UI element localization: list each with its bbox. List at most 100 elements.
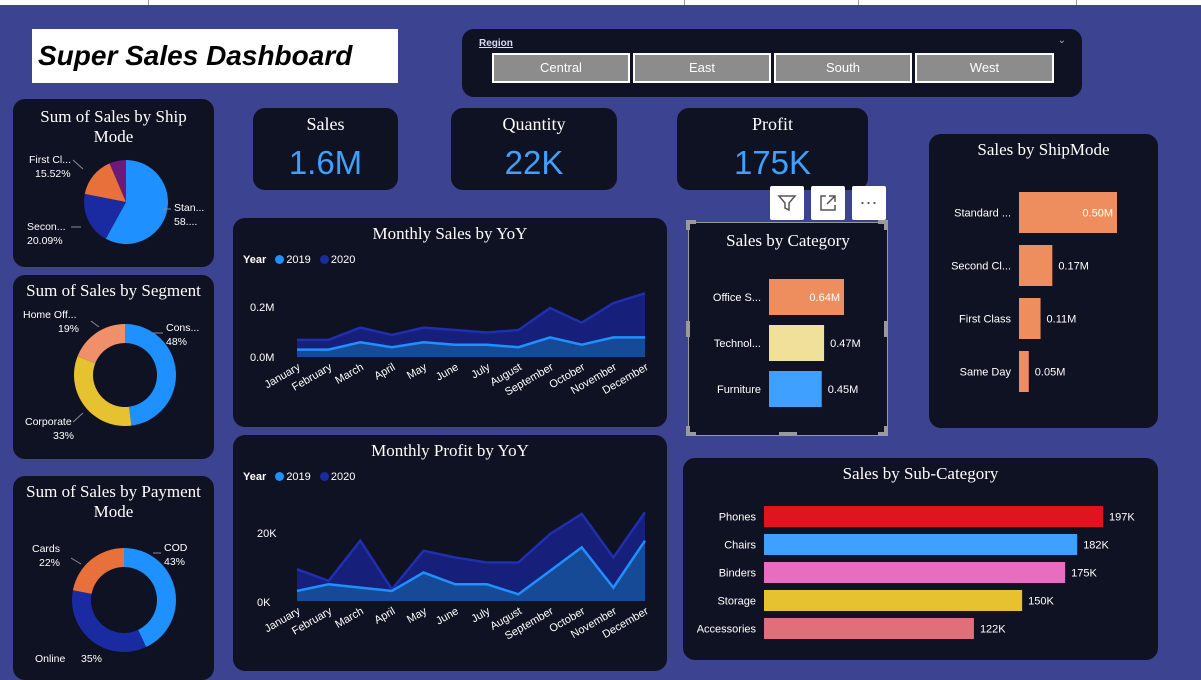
region-button-central[interactable]: Central xyxy=(492,53,630,83)
kpi-value: 175K xyxy=(733,144,812,181)
bar-value-label: 175K xyxy=(1071,568,1097,580)
bar-furniture[interactable] xyxy=(769,371,822,407)
payment-donut[interactable]: COD 43% Online 35% Cards 22% xyxy=(13,476,214,680)
region-slicer-label: Region xyxy=(479,38,513,49)
bar-value-label: 0.50M xyxy=(1082,208,1113,220)
shipmode-bar-chart[interactable]: Standard ... 0.50M Second Cl... 0.17M First … xyxy=(929,134,1158,428)
kpi-label: Quantity xyxy=(502,114,566,134)
subcategory-bar-card[interactable]: Sales by Sub-Category Phones 197K Chairs 18… xyxy=(683,458,1158,660)
region-slicer: Region ⌄ Central East South West xyxy=(462,29,1082,97)
slice-percent: 35% xyxy=(81,653,102,665)
payment-donut-card[interactable]: Sum of Sales by Payment Mode COD 43% Onlin… xyxy=(13,476,214,680)
bar-value-label: 182K xyxy=(1083,540,1109,552)
leader-line xyxy=(72,412,84,423)
bar-technol[interactable] xyxy=(769,325,825,361)
bar-chairs[interactable] xyxy=(764,534,1078,555)
slice-percent: 43% xyxy=(164,556,185,568)
slice-online[interactable] xyxy=(72,590,147,652)
slice-label: Home Off... xyxy=(23,309,77,321)
category-card[interactable]: Sales by Category Office S... 0.64M Techno… xyxy=(688,222,888,436)
slice-label: Stan... xyxy=(174,202,204,214)
ship-mode-pie[interactable]: Stan... 58.... Secon... 20.09% First Cl... 15… xyxy=(13,99,214,267)
category-bar-chart[interactable]: Office S... 0.64M Technol... 0.47M Furniture… xyxy=(689,223,887,435)
more-options-icon[interactable]: ⋯ xyxy=(852,186,886,220)
bar-value-label: 0.17M xyxy=(1058,261,1089,273)
window-top-bar xyxy=(0,0,1201,5)
bar-category-label: Furniture xyxy=(717,384,761,396)
bar-category-label: Technol... xyxy=(714,338,761,350)
monthly-profit-chart[interactable]: 20K0KJanuaryFebruary March April May June Jul… xyxy=(233,435,667,671)
slice-home-office[interactable] xyxy=(77,324,125,364)
x-tick-label: April xyxy=(372,361,397,382)
bar-binders[interactable] xyxy=(764,562,1066,583)
slice-cards[interactable] xyxy=(72,548,124,594)
slice-percent: 20.09% xyxy=(27,235,63,247)
slice-label: Online xyxy=(35,653,66,665)
slice-percent: 22% xyxy=(39,557,60,569)
monthly-profit-card[interactable]: Monthly Profit by YoY Year 2019 2020 20K… xyxy=(233,435,667,671)
kpi-card-quantity[interactable]: Quantity 22K xyxy=(451,108,617,190)
monthly-sales-card[interactable]: Monthly Sales by YoY Year 2019 2020 0.2M… xyxy=(233,218,667,427)
bar-first-class[interactable] xyxy=(1019,298,1041,339)
chevron-down-icon[interactable]: ⌄ xyxy=(1058,35,1066,46)
bar-storage[interactable] xyxy=(764,590,1023,611)
bar-category-label: Same Day xyxy=(960,367,1012,379)
filter-icon[interactable] xyxy=(770,186,804,220)
slice-label: Corporate xyxy=(25,416,72,428)
slice-percent: 15.52% xyxy=(35,168,71,180)
region-button-east[interactable]: East xyxy=(633,53,771,83)
x-tick-label: June xyxy=(434,361,461,383)
x-tick-label: May xyxy=(405,605,429,626)
bar-category-label: Chairs xyxy=(724,540,756,552)
focus-mode-icon[interactable] xyxy=(811,186,845,220)
y-tick-label: 20K xyxy=(257,528,277,540)
x-tick-label: March xyxy=(333,361,365,387)
slice-percent: 19% xyxy=(58,323,79,335)
region-button-west[interactable]: West xyxy=(915,53,1054,83)
kpi-label: Profit xyxy=(751,114,793,134)
x-tick-label: May xyxy=(405,361,429,382)
x-tick-label: March xyxy=(333,605,365,631)
bar-value-label: 122K xyxy=(980,624,1006,636)
segment-donut-card[interactable]: Sum of Sales by Segment Cons... 48% Corpor… xyxy=(13,275,214,459)
bar-category-label: Accessories xyxy=(697,624,757,636)
bar-category-label: Storage xyxy=(717,596,756,608)
bar-second-cl[interactable] xyxy=(1019,245,1053,286)
y-tick-label: 0.2M xyxy=(250,302,274,314)
bar-category-label: Binders xyxy=(719,568,757,580)
bar-value-label: 197K xyxy=(1109,512,1135,524)
bar-category-label: Standard ... xyxy=(954,208,1011,220)
leader-line xyxy=(70,557,82,565)
subcategory-bar-chart[interactable]: Phones 197K Chairs 182K Binders 175K Storage 15… xyxy=(683,458,1158,660)
kpi-card-profit[interactable]: Profit 175K xyxy=(677,108,868,190)
bar-category-label: First Class xyxy=(959,314,1011,326)
ship-mode-pie-card[interactable]: Sum of Sales by Ship Mode Stan... 58.... S… xyxy=(13,99,214,267)
bar-accessories[interactable] xyxy=(764,618,974,639)
kpi-value: 22K xyxy=(504,144,564,181)
shipmode-bar-card[interactable]: Sales by ShipMode Standard ... 0.50M Secon… xyxy=(929,134,1158,428)
monthly-sales-chart[interactable]: 0.2M0.0MJanuaryFebruary March April May June… xyxy=(233,218,667,427)
leader-line xyxy=(90,320,100,328)
dashboard-title-box: Super Sales Dashboard xyxy=(32,29,398,83)
bar-same-day[interactable] xyxy=(1019,351,1029,392)
x-tick-label: April xyxy=(372,605,397,626)
bar-category-label: Phones xyxy=(719,512,757,524)
slice-label: Secon... xyxy=(27,221,66,233)
y-tick-label: 0.0M xyxy=(250,352,274,364)
segment-donut[interactable]: Cons... 48% Corporate 33% Home Off... 19% xyxy=(13,275,214,459)
slice-label: COD xyxy=(164,542,188,554)
bar-value-label: 0.11M xyxy=(1047,314,1077,326)
region-button-south[interactable]: South xyxy=(774,53,912,83)
slice-label: Cards xyxy=(32,543,60,555)
leader-line xyxy=(72,159,84,170)
slice-corporate[interactable] xyxy=(74,356,132,426)
bar-phones[interactable] xyxy=(764,506,1103,527)
kpi-card-sales[interactable]: Sales 1.6M xyxy=(253,108,398,190)
slice-label: Cons... xyxy=(166,322,199,334)
slice-percent: 33% xyxy=(53,430,74,442)
bar-value-label: 0.47M xyxy=(830,338,861,350)
bar-value-label: 0.05M xyxy=(1035,367,1066,379)
x-tick-label: June xyxy=(434,605,461,627)
bar-category-label: Office S... xyxy=(713,292,761,304)
bar-value-label: 0.64M xyxy=(809,292,840,304)
